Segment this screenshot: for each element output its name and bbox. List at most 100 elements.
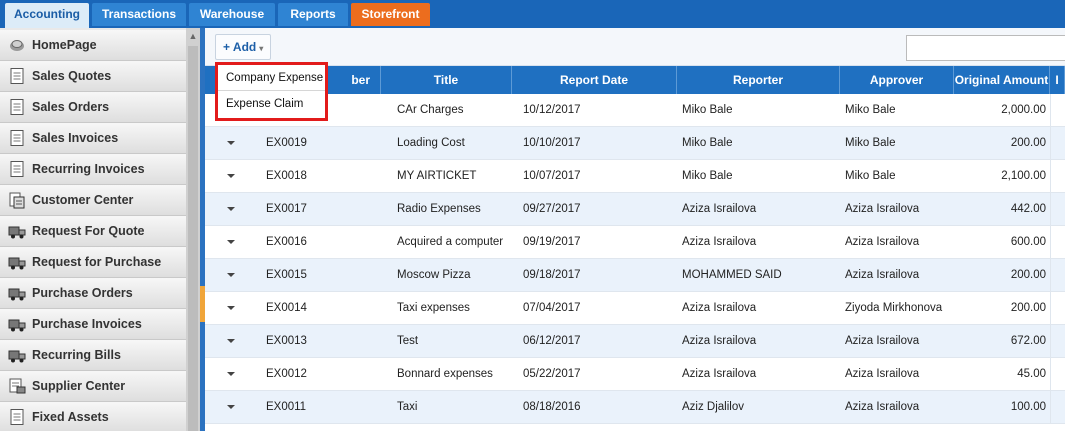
sidebar-scrollbar[interactable]: ▲ (186, 28, 200, 431)
cell-number: EX0016 (266, 236, 307, 248)
caret-down-icon[interactable] (227, 272, 235, 277)
table-row[interactable]: EX0018 MY AIRTICKET 10/07/2017 Miko Bale Mik… (205, 160, 1065, 193)
sidebar-item-label: Sales Orders (32, 100, 110, 114)
cell-original-amount: 442.00 (1010, 203, 1046, 215)
table-row[interactable]: EX0013 Test 06/12/2017 Aziza Israilova Aziza… (205, 325, 1065, 358)
row-expand-toggle[interactable] (205, 292, 257, 324)
tab-storefront[interactable]: Storefront (351, 3, 430, 26)
cell-report-date: 10/12/2017 (523, 104, 581, 116)
column-header-approver[interactable]: Approver (840, 66, 954, 94)
cell-number: EX0012 (266, 368, 307, 380)
tab-transactions[interactable]: Transactions (92, 3, 186, 26)
sidebar-item-recurring-invoices[interactable]: Recurring Invoices (0, 154, 186, 185)
cell-approver: Miko Bale (845, 137, 896, 149)
sidebar-item-label: Purchase Orders (32, 286, 133, 300)
sidebar-item-supplier-center[interactable]: Supplier Center (0, 371, 186, 402)
cell-title: Test (397, 335, 419, 347)
caret-down-icon[interactable] (227, 338, 235, 343)
toolbar: + Add ▾ (205, 28, 1065, 66)
table-row[interactable]: EX0016 Acquired a computer 09/19/2017 Aziza… (205, 226, 1065, 259)
cell-number: EX0014 (266, 302, 307, 314)
search-input[interactable] (906, 35, 1065, 61)
tab-reports[interactable]: Reports (278, 3, 348, 26)
cell-approver: Aziza Israilova (845, 401, 920, 413)
cell-number: EX0015 (266, 269, 307, 281)
cell-original-amount: 600.00 (1010, 236, 1046, 248)
sidebar-item-fixed-assets[interactable]: Fixed Assets (0, 402, 186, 431)
cell-more (1050, 160, 1065, 192)
sidebar-item-customer-center[interactable]: Customer Center (0, 185, 186, 216)
row-expand-toggle[interactable] (205, 127, 257, 159)
table-row[interactable]: EX0011 Taxi 08/18/2016 Aziz Djalilov Aziza I… (205, 391, 1065, 424)
sidebar-item-request-for-quote[interactable]: Request For Quote (0, 216, 186, 247)
sidebar-item-purchase-orders[interactable]: Purchase Orders (0, 278, 186, 309)
add-dropdown-menu: Company Expense Expense Claim (215, 62, 328, 121)
sidebar-item-sales-orders[interactable]: Sales Orders (0, 92, 186, 123)
cell-reporter: Miko Bale (682, 104, 733, 116)
row-expand-toggle[interactable] (205, 358, 257, 390)
table-row[interactable]: EX0015 Moscow Pizza 09/18/2017 MOHAMMED SAI… (205, 259, 1065, 292)
cell-more (1050, 127, 1065, 159)
table-row[interactable]: EX0012 Bonnard expenses 05/22/2017 Aziza Is… (205, 358, 1065, 391)
sidebar-item-homepage[interactable]: HomePage (0, 30, 186, 61)
cell-title: Taxi (397, 401, 418, 413)
sidebar-item-recurring-bills[interactable]: Recurring Bills (0, 340, 186, 371)
row-expand-toggle[interactable] (205, 226, 257, 258)
cell-approver: Aziza Israilova (845, 335, 920, 347)
sidebar-item-sales-invoices[interactable]: Sales Invoices (0, 123, 186, 154)
scroll-thumb[interactable] (188, 46, 198, 431)
tab-warehouse[interactable]: Warehouse (189, 3, 275, 26)
cell-more (1050, 292, 1065, 324)
column-header-more[interactable]: I (1050, 66, 1065, 94)
row-expand-toggle[interactable] (205, 325, 257, 357)
row-expand-toggle[interactable] (205, 160, 257, 192)
menu-item-expense-claim[interactable]: Expense Claim (218, 91, 325, 117)
cell-approver: Aziza Israilova (845, 236, 920, 248)
cell-number: EX0019 (266, 137, 307, 149)
cell-approver: Miko Bale (845, 170, 896, 182)
column-header-reporter[interactable]: Reporter (677, 66, 840, 94)
tab-accounting[interactable]: Accounting (5, 3, 89, 28)
table-row[interactable]: EX0014 Taxi expenses 07/04/2017 Aziza Israi… (205, 292, 1065, 325)
row-expand-toggle[interactable] (205, 259, 257, 291)
document-icon (8, 408, 26, 426)
table-row[interactable]: EX0019 Loading Cost 10/10/2017 Miko Bale Mik… (205, 127, 1065, 160)
caret-down-icon[interactable] (227, 140, 235, 145)
caret-down-icon[interactable] (227, 305, 235, 310)
cell-report-date: 05/22/2017 (523, 368, 581, 380)
cell-title: Taxi expenses (397, 302, 470, 314)
caret-down-icon[interactable] (227, 239, 235, 244)
sidebar-item-purchase-invoices[interactable]: Purchase Invoices (0, 309, 186, 340)
cell-original-amount: 2,100.00 (1001, 170, 1046, 182)
cell-report-date: 10/07/2017 (523, 170, 581, 182)
home-icon (8, 36, 26, 54)
cell-report-date: 09/27/2017 (523, 203, 581, 215)
menu-item-company-expense[interactable]: Company Expense (218, 65, 325, 91)
table-row[interactable]: EX0017 Radio Expenses 09/27/2017 Aziza Isra… (205, 193, 1065, 226)
sidebar-item-label: Customer Center (32, 193, 134, 207)
sidebar-item-request-for-purchase[interactable]: Request for Purchase (0, 247, 186, 278)
caret-down-icon[interactable] (227, 404, 235, 409)
cell-title: Moscow Pizza (397, 269, 471, 281)
column-header-original-amount[interactable]: Original Amount (954, 66, 1050, 94)
cell-original-amount: 672.00 (1010, 335, 1046, 347)
column-header-title[interactable]: Title (381, 66, 512, 94)
customer-icon (8, 191, 26, 209)
sidebar-item-sales-quotes[interactable]: Sales Quotes (0, 61, 186, 92)
sidebar-item-label: Supplier Center (32, 379, 126, 393)
cell-title: Bonnard expenses (397, 368, 493, 380)
cell-number: EX0017 (266, 203, 307, 215)
caret-down-icon[interactable] (227, 173, 235, 178)
scroll-up-icon[interactable]: ▲ (188, 30, 198, 42)
caret-down-icon[interactable] (227, 206, 235, 211)
add-button[interactable]: + Add ▾ (215, 34, 271, 60)
cell-title: MY AIRTICKET (397, 170, 477, 182)
row-expand-toggle[interactable] (205, 193, 257, 225)
cell-original-amount: 200.00 (1010, 269, 1046, 281)
table-row[interactable]: CAr Charges 10/12/2017 Miko Bale Miko Bale 2… (205, 94, 1065, 127)
cell-number: EX0013 (266, 335, 307, 347)
row-expand-toggle[interactable] (205, 391, 257, 423)
caret-down-icon[interactable] (227, 371, 235, 376)
chevron-down-icon: ▾ (259, 44, 264, 53)
column-header-report-date[interactable]: Report Date (512, 66, 677, 94)
